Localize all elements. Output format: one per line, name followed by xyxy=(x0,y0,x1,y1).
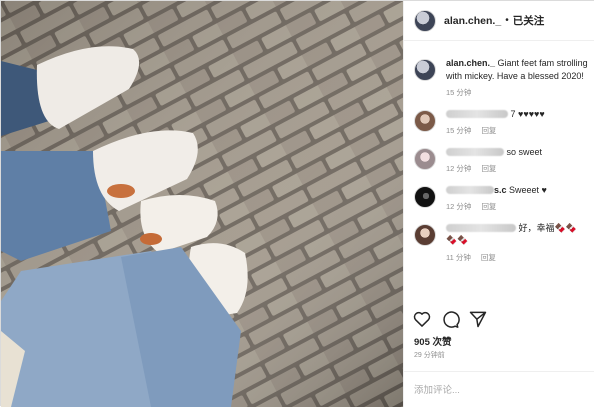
post-time: 29 分钟前 xyxy=(414,352,445,359)
comment-text: Sweeet ♥ xyxy=(509,184,547,195)
header-separator: • xyxy=(505,15,509,26)
caption-time: 15 分钟 xyxy=(446,88,472,97)
comment-time: 15 分钟 xyxy=(446,126,472,135)
commenter-avatar[interactable] xyxy=(414,223,436,246)
like-count[interactable]: 905 次赞 xyxy=(414,334,452,348)
reply-link[interactable]: 回复 xyxy=(481,164,496,173)
reply-link[interactable]: 回复 xyxy=(481,202,496,211)
action-bar xyxy=(412,307,592,331)
comment-item: 好，幸福🍫🍫🍫🍫 11 分钟 回复 xyxy=(404,214,594,265)
comment-time: 11 分钟 xyxy=(446,252,471,262)
photo-pavement xyxy=(1,1,403,407)
comment-time: 12 分钟 xyxy=(446,164,472,173)
post-header: alan.chen._ • 已关注 xyxy=(404,1,594,41)
commenter-username[interactable]: s.c xyxy=(494,185,507,195)
comment-item: 7 ♥♥♥♥♥ 15 分钟 回复 xyxy=(404,100,594,138)
comment-item: so sweet 12 分钟 回复 xyxy=(404,138,594,176)
caption-item: alan.chen._ Giant feet fam strolling wit… xyxy=(404,49,594,100)
heart-icon[interactable] xyxy=(412,309,432,329)
redacted-username xyxy=(446,110,508,119)
share-icon[interactable] xyxy=(468,309,488,329)
reply-link[interactable]: 回复 xyxy=(481,126,496,135)
commenter-avatar[interactable] xyxy=(414,109,436,132)
commenter-avatar[interactable] xyxy=(414,147,436,170)
following-status[interactable]: 已关注 xyxy=(513,13,545,28)
caption-username[interactable]: alan.chen._ xyxy=(446,58,495,68)
add-comment-input[interactable]: 添加评论... xyxy=(404,371,594,407)
comment-time: 12 分钟 xyxy=(446,202,472,211)
redacted-username xyxy=(446,224,516,233)
comment-item: s.c Sweeet ♥ 12 分钟 回复 xyxy=(404,176,594,214)
commenter-avatar[interactable] xyxy=(414,185,436,208)
comment-text: 7 ♥♥♥♥♥ xyxy=(510,108,545,119)
redacted-username xyxy=(446,148,504,157)
comments-list[interactable]: alan.chen._ Giant feet fam strolling wit… xyxy=(404,49,594,301)
reply-link[interactable]: 回复 xyxy=(481,253,496,262)
post-sidebar: alan.chen._ • 已关注 alan.chen._ Giant feet… xyxy=(403,1,594,407)
comment-text: so sweet xyxy=(506,146,543,157)
post-photo[interactable] xyxy=(1,1,403,407)
author-username[interactable]: alan.chen._ xyxy=(444,15,501,27)
author-avatar[interactable] xyxy=(414,9,436,32)
caption-avatar[interactable] xyxy=(414,59,436,81)
post-window: alan.chen._ • 已关注 alan.chen._ Giant feet… xyxy=(0,0,594,407)
redacted-username xyxy=(446,186,494,195)
comment-icon[interactable] xyxy=(440,309,460,329)
